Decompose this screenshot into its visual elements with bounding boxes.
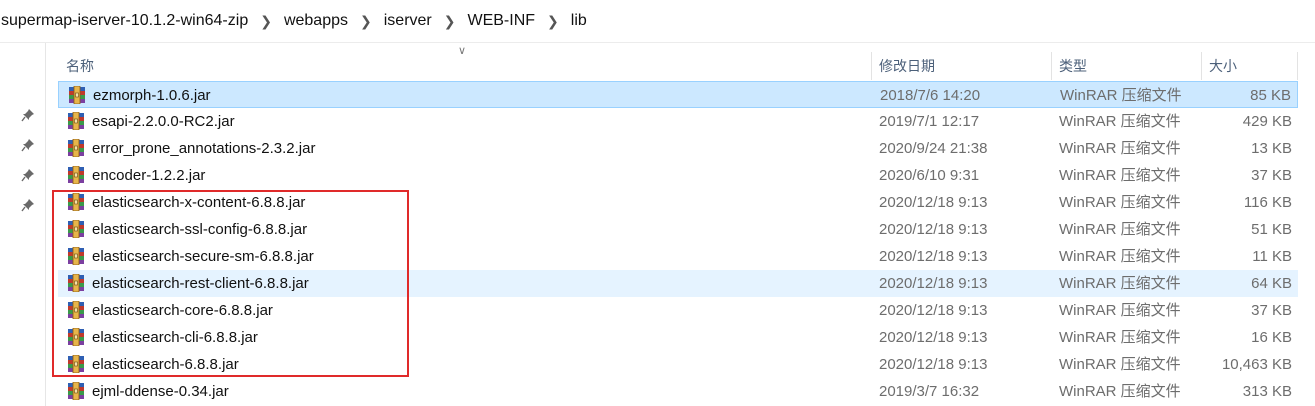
file-size: 10,463 KB	[1221, 356, 1292, 373]
breadcrumb-item-iserver[interactable]: iserver	[380, 12, 436, 30]
file-type: WinRAR 压缩文件	[1059, 194, 1181, 211]
pin-icon[interactable]	[20, 107, 36, 123]
file-date: 2020/9/24 21:38	[879, 140, 988, 157]
pane-divider[interactable]	[45, 43, 46, 406]
file-row[interactable]: esapi-2.2.0.0-RC2.jar 2019/7/1 12:17 WinRA…	[58, 108, 1298, 135]
file-size: 37 KB	[1251, 167, 1292, 184]
file-name: elasticsearch-rest-client-6.8.8.jar	[92, 275, 309, 292]
winrar-archive-icon	[67, 246, 85, 266]
file-name: elasticsearch-6.8.8.jar	[92, 356, 239, 373]
winrar-archive-icon	[67, 273, 85, 293]
breadcrumb-item-web-inf[interactable]: WEB-INF	[463, 12, 539, 30]
breadcrumb-item-webapps[interactable]: webapps	[280, 12, 352, 30]
column-name[interactable]: 名称	[66, 52, 94, 80]
breadcrumb-item-root[interactable]: supermap-iserver-10.1.2-win64-zip	[0, 12, 252, 30]
file-size: 85 KB	[1250, 87, 1291, 104]
file-type: WinRAR 压缩文件	[1059, 140, 1181, 157]
file-size: 429 KB	[1242, 113, 1292, 130]
column-size[interactable]: 大小	[1209, 52, 1237, 80]
file-row[interactable]: elasticsearch-6.8.8.jar 2020/12/18 9:13 Wi…	[58, 351, 1298, 378]
file-row[interactable]: elasticsearch-core-6.8.8.jar 2020/12/18 9…	[58, 297, 1298, 324]
file-date: 2020/12/18 9:13	[879, 275, 988, 292]
file-date: 2020/12/18 9:13	[879, 356, 988, 373]
breadcrumb-item-lib[interactable]: lib	[567, 12, 591, 30]
file-name: ezmorph-1.0.6.jar	[93, 87, 211, 104]
file-row[interactable]: ejml-ddense-0.34.jar 2019/3/7 16:32 WinRAR…	[58, 378, 1298, 405]
column-divider[interactable]	[871, 52, 872, 80]
file-date: 2020/12/18 9:13	[879, 302, 988, 319]
file-size: 13 KB	[1251, 140, 1292, 157]
chevron-right-icon[interactable]: ❯	[252, 13, 280, 30]
file-row[interactable]: elasticsearch-rest-client-6.8.8.jar 2020/…	[58, 270, 1298, 297]
winrar-archive-icon	[68, 85, 86, 105]
file-row[interactable]: elasticsearch-ssl-config-6.8.8.jar 2020/1…	[58, 216, 1298, 243]
file-name: elasticsearch-cli-6.8.8.jar	[92, 329, 258, 346]
file-size: 116 KB	[1243, 194, 1292, 211]
file-type: WinRAR 压缩文件	[1059, 329, 1181, 346]
file-date: 2019/7/1 12:17	[879, 113, 980, 130]
file-type: WinRAR 压缩文件	[1059, 275, 1181, 292]
file-date: 2020/12/18 9:13	[879, 221, 988, 238]
file-size: 51 KB	[1251, 221, 1292, 238]
file-type: WinRAR 压缩文件	[1059, 383, 1181, 400]
chevron-right-icon[interactable]: ❯	[352, 13, 380, 30]
file-size: 16 KB	[1251, 329, 1292, 346]
file-name: ejml-ddense-0.34.jar	[92, 383, 229, 400]
winrar-archive-icon	[67, 219, 85, 239]
file-date: 2018/7/6 14:20	[880, 87, 981, 104]
file-date: 2020/12/18 9:13	[879, 248, 988, 265]
file-date: 2019/3/7 16:32	[879, 383, 980, 400]
file-size: 11 KB	[1252, 248, 1292, 265]
file-date: 2020/6/10 9:31	[879, 167, 980, 184]
winrar-archive-icon	[67, 138, 85, 158]
file-name: esapi-2.2.0.0-RC2.jar	[92, 113, 235, 130]
chevron-right-icon[interactable]: ❯	[436, 13, 464, 30]
column-type[interactable]: 类型	[1059, 52, 1087, 80]
column-date[interactable]: 修改日期	[879, 52, 935, 80]
file-date: 2020/12/18 9:13	[879, 194, 988, 211]
breadcrumb: supermap-iserver-10.1.2-win64-zip ❯ weba…	[0, 0, 1315, 43]
file-name: elasticsearch-ssl-config-6.8.8.jar	[92, 221, 308, 238]
file-name: elasticsearch-x-content-6.8.8.jar	[92, 194, 306, 211]
file-size: 64 KB	[1251, 275, 1292, 292]
file-row[interactable]: elasticsearch-x-content-6.8.8.jar 2020/12…	[58, 189, 1298, 216]
file-size: 313 KB	[1242, 383, 1292, 400]
winrar-archive-icon	[67, 300, 85, 320]
navigation-pane	[0, 43, 46, 406]
file-type: WinRAR 压缩文件	[1059, 302, 1181, 319]
file-date: 2020/12/18 9:13	[879, 329, 988, 346]
file-row[interactable]: ezmorph-1.0.6.jar 2018/7/6 14:20 WinRAR 压缩…	[58, 81, 1298, 108]
file-name: error_prone_annotations-2.3.2.jar	[92, 140, 316, 157]
file-row[interactable]: elasticsearch-secure-sm-6.8.8.jar 2020/12…	[58, 243, 1298, 270]
file-name: elasticsearch-secure-sm-6.8.8.jar	[92, 248, 314, 265]
file-type: WinRAR 压缩文件	[1060, 87, 1182, 104]
column-divider[interactable]	[1297, 52, 1298, 80]
winrar-archive-icon	[67, 327, 85, 347]
chevron-right-icon[interactable]: ❯	[539, 13, 567, 30]
column-header: ∨ 名称 修改日期 类型 大小	[58, 45, 1298, 80]
winrar-archive-icon	[67, 111, 85, 131]
column-divider[interactable]	[1201, 52, 1202, 80]
winrar-archive-icon	[67, 192, 85, 212]
pin-icon[interactable]	[20, 137, 36, 153]
file-row[interactable]: error_prone_annotations-2.3.2.jar 2020/9/…	[58, 135, 1298, 162]
file-type: WinRAR 压缩文件	[1059, 113, 1181, 130]
file-type: WinRAR 压缩文件	[1059, 248, 1181, 265]
file-row[interactable]: encoder-1.2.2.jar 2020/6/10 9:31 WinRAR 压缩…	[58, 162, 1298, 189]
file-name: encoder-1.2.2.jar	[92, 167, 206, 184]
pin-icon[interactable]	[20, 197, 36, 213]
winrar-archive-icon	[67, 381, 85, 401]
column-divider[interactable]	[1051, 52, 1052, 80]
file-size: 37 KB	[1251, 302, 1292, 319]
file-type: WinRAR 压缩文件	[1059, 167, 1181, 184]
winrar-archive-icon	[67, 354, 85, 374]
winrar-archive-icon	[67, 165, 85, 185]
file-type: WinRAR 压缩文件	[1059, 356, 1181, 373]
file-type: WinRAR 压缩文件	[1059, 221, 1181, 238]
file-name: elasticsearch-core-6.8.8.jar	[92, 302, 273, 319]
pin-icon[interactable]	[20, 167, 36, 183]
chevron-down-icon: ∨	[458, 45, 467, 57]
file-row[interactable]: elasticsearch-cli-6.8.8.jar 2020/12/18 9:…	[58, 324, 1298, 351]
